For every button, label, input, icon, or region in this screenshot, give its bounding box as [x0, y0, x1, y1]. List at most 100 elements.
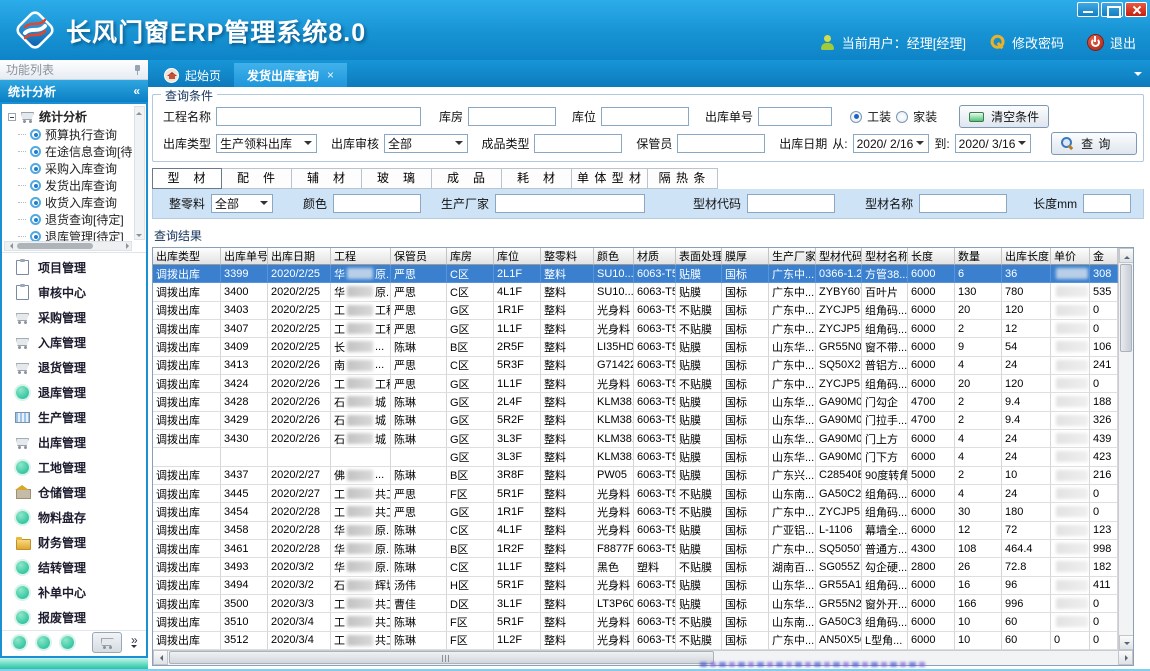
- sidebar-menu-item[interactable]: 采购管理: [2, 305, 146, 330]
- table-row[interactable]: 调拨出库34942020/3/2石辉城汤伟H区5R1F整料光身料6063-T5贴…: [153, 577, 1118, 595]
- sidebar-menu-item[interactable]: 结转管理: [2, 555, 146, 580]
- material-tab[interactable]: 成 品: [432, 168, 502, 189]
- tree-item[interactable]: 收货入库查询: [8, 194, 132, 211]
- sidebar-menu-item[interactable]: 生产管理: [2, 405, 146, 430]
- pin-icon[interactable]: [133, 64, 142, 75]
- material-tab[interactable]: 隔 热 条: [648, 168, 718, 189]
- logout-link[interactable]: 退出: [1110, 33, 1136, 52]
- table-row[interactable]: 调拨出库34002020/2/25华原...严思C区4L1F整料SU10...6…: [153, 283, 1118, 301]
- table-row[interactable]: 调拨出库34282020/2/26石城陈琳G区2L4F整料KLM38176063…: [153, 393, 1118, 411]
- radio-gongzhuang[interactable]: [850, 111, 862, 123]
- date-from-picker[interactable]: 2020/ 2/16: [853, 134, 930, 153]
- sidebar-menu-item[interactable]: 报废管理: [2, 605, 146, 630]
- scrollbar-thumb[interactable]: [17, 243, 93, 249]
- table-row[interactable]: 调拨出库34452020/2/27工共工程严思F区5R1F整料光身料6063-T…: [153, 485, 1118, 503]
- sidebar-menu-item[interactable]: 项目管理: [2, 255, 146, 280]
- table-row[interactable]: 调拨出库34032020/2/25工工程严思G区1R1F整料光身料6063-T5…: [153, 302, 1118, 320]
- tree-item[interactable]: 退货查询[待定]: [8, 211, 132, 228]
- order-no-input[interactable]: [758, 107, 832, 126]
- whole-part-select[interactable]: 全部: [211, 194, 273, 213]
- column-header-name[interactable]: 型材名称: [862, 248, 908, 265]
- tab-start-page[interactable]: 起始页: [151, 63, 234, 87]
- column-header-len[interactable]: 长度: [908, 248, 955, 265]
- column-header-mat[interactable]: 材质: [634, 248, 676, 265]
- column-header-code[interactable]: 型材代码: [816, 248, 862, 265]
- material-tab[interactable]: 辅 材: [292, 168, 362, 189]
- table-row[interactable]: 调拨出库34292020/2/26石城陈琳G区5R2F整料KLM38176063…: [153, 412, 1118, 430]
- column-header-no[interactable]: 出库单号: [221, 248, 268, 265]
- radio-jiazhuang[interactable]: [896, 111, 908, 123]
- keeper-input[interactable]: [677, 134, 765, 153]
- scroll-right-icon[interactable]: [122, 242, 131, 251]
- table-row[interactable]: 调拨出库34072020/2/25工工程严思G区1L1F整料光身料6063-T5…: [153, 320, 1118, 338]
- material-tab[interactable]: 单 体 型 材: [572, 168, 648, 189]
- sidebar-menu-item[interactable]: 仓储管理: [2, 480, 146, 505]
- tree-item[interactable]: 预算执行查询: [8, 126, 132, 143]
- section-header[interactable]: 统计分析 «: [0, 80, 148, 102]
- tree-root[interactable]: 统计分析: [8, 107, 132, 126]
- table-row[interactable]: 调拨出库34932020/3/2华原...陈琳C区1L1F整料黑色塑料不贴膜国标…: [153, 558, 1118, 576]
- column-header-outlen[interactable]: 出库长度: [1002, 248, 1051, 265]
- circle-icon[interactable]: [36, 635, 51, 650]
- sidebar-menu-item[interactable]: 补单中心: [2, 580, 146, 605]
- material-tab[interactable]: 配 件: [222, 168, 292, 189]
- close-tab-icon[interactable]: ×: [327, 68, 334, 82]
- scrollbar-thumb[interactable]: [1120, 264, 1132, 352]
- tree-vertical-scrollbar[interactable]: [134, 106, 145, 240]
- table-row[interactable]: 调拨出库34242020/2/26工工程严思G区1L1F整料光身料6063-T5…: [153, 375, 1118, 393]
- table-row[interactable]: G区3L3F整料KLM38176063-T5贴膜国标山东华...GA90M09.…: [153, 448, 1118, 466]
- column-header-wh[interactable]: 库房: [447, 248, 494, 265]
- scroll-up-icon[interactable]: [135, 107, 144, 116]
- clear-conditions-button[interactable]: 清空条件: [959, 105, 1049, 128]
- column-header-type[interactable]: 出库类型: [153, 248, 221, 265]
- material-tab[interactable]: 玻 璃: [362, 168, 432, 189]
- sidebar-menu-item[interactable]: 物料盘存: [2, 505, 146, 530]
- scroll-left-icon[interactable]: [5, 242, 14, 251]
- grid-horizontal-scrollbar[interactable]: [153, 650, 1133, 665]
- length-input[interactable]: [1083, 194, 1131, 213]
- warehouse-input[interactable]: [468, 107, 556, 126]
- column-header-keeper[interactable]: 保管员: [391, 248, 447, 265]
- grid-vertical-scrollbar[interactable]: [1118, 248, 1133, 650]
- column-header-proj[interactable]: 工程: [331, 248, 391, 265]
- tree-horizontal-scrollbar[interactable]: [4, 241, 132, 251]
- table-row[interactable]: 调拨出库35122020/3/4工共工程陈琳F区1L2F整料光身料6063-T5…: [153, 632, 1118, 650]
- cart-shortcut-button[interactable]: [92, 632, 122, 653]
- table-row[interactable]: 调拨出库34372020/2/27佛...陈琳B区3R8F整料PW056063-…: [153, 467, 1118, 485]
- table-row[interactable]: 调拨出库34092020/2/25长...陈琳B区2R5F整料LI35HD606…: [153, 338, 1118, 356]
- out-type-select[interactable]: 生产领料出库: [216, 134, 317, 153]
- sidebar-menu-item[interactable]: 入库管理: [2, 330, 146, 355]
- table-row[interactable]: 调拨出库34542020/2/28工共工程严思G区1R1F整料光身料6063-T…: [153, 503, 1118, 521]
- table-row[interactable]: 调拨出库34302020/2/26石城陈琳G区3L3F整料KLM38176063…: [153, 430, 1118, 448]
- search-button[interactable]: 查 询: [1051, 132, 1137, 155]
- column-header-qty[interactable]: 数量: [955, 248, 1002, 265]
- table-row[interactable]: 调拨出库34612020/2/28华原...陈琳B区1R2F整料F8877FT6…: [153, 540, 1118, 558]
- tree-item[interactable]: 采购入库查询: [8, 160, 132, 177]
- column-header-amt[interactable]: 金: [1090, 248, 1118, 265]
- column-header-price[interactable]: 单价: [1051, 248, 1090, 265]
- table-row[interactable]: 调拨出库35002020/3/3工共工程曹佳D区3L1F整料LT3P606063…: [153, 595, 1118, 613]
- sidebar-menu-item[interactable]: 退货管理: [2, 355, 146, 380]
- scroll-up-icon[interactable]: [1119, 248, 1134, 263]
- maximize-button[interactable]: [1101, 2, 1123, 17]
- minimize-button[interactable]: [1077, 2, 1099, 17]
- material-tab[interactable]: 耗 材: [502, 168, 572, 189]
- scroll-down-icon[interactable]: [135, 230, 144, 239]
- out-audit-select[interactable]: 全部: [384, 134, 468, 153]
- sidebar-menu-item[interactable]: 工地管理: [2, 455, 146, 480]
- sidebar-menu-item[interactable]: 退库管理: [2, 380, 146, 405]
- tree-item[interactable]: 在途信息查询[待: [8, 143, 132, 160]
- collapse-chevron[interactable]: «: [133, 84, 140, 98]
- location-input[interactable]: [601, 107, 689, 126]
- column-header-color[interactable]: 颜色: [594, 248, 634, 265]
- close-button[interactable]: [1125, 2, 1147, 17]
- scrollbar-thumb[interactable]: [169, 651, 714, 664]
- collapse-minus-icon[interactable]: [8, 113, 16, 121]
- sidebar-menu-item[interactable]: 出库管理: [2, 430, 146, 455]
- scroll-left-icon[interactable]: [153, 650, 168, 665]
- tab-shipment-outbound-query[interactable]: 发货出库查询 ×: [234, 63, 347, 87]
- column-header-date[interactable]: 出库日期: [268, 248, 331, 265]
- table-row[interactable]: 调拨出库35102020/3/4工共工程陈琳F区5R1F整料光身料6063-T5…: [153, 613, 1118, 631]
- project-name-input[interactable]: [216, 107, 421, 126]
- column-header-surf[interactable]: 表面处理: [676, 248, 722, 265]
